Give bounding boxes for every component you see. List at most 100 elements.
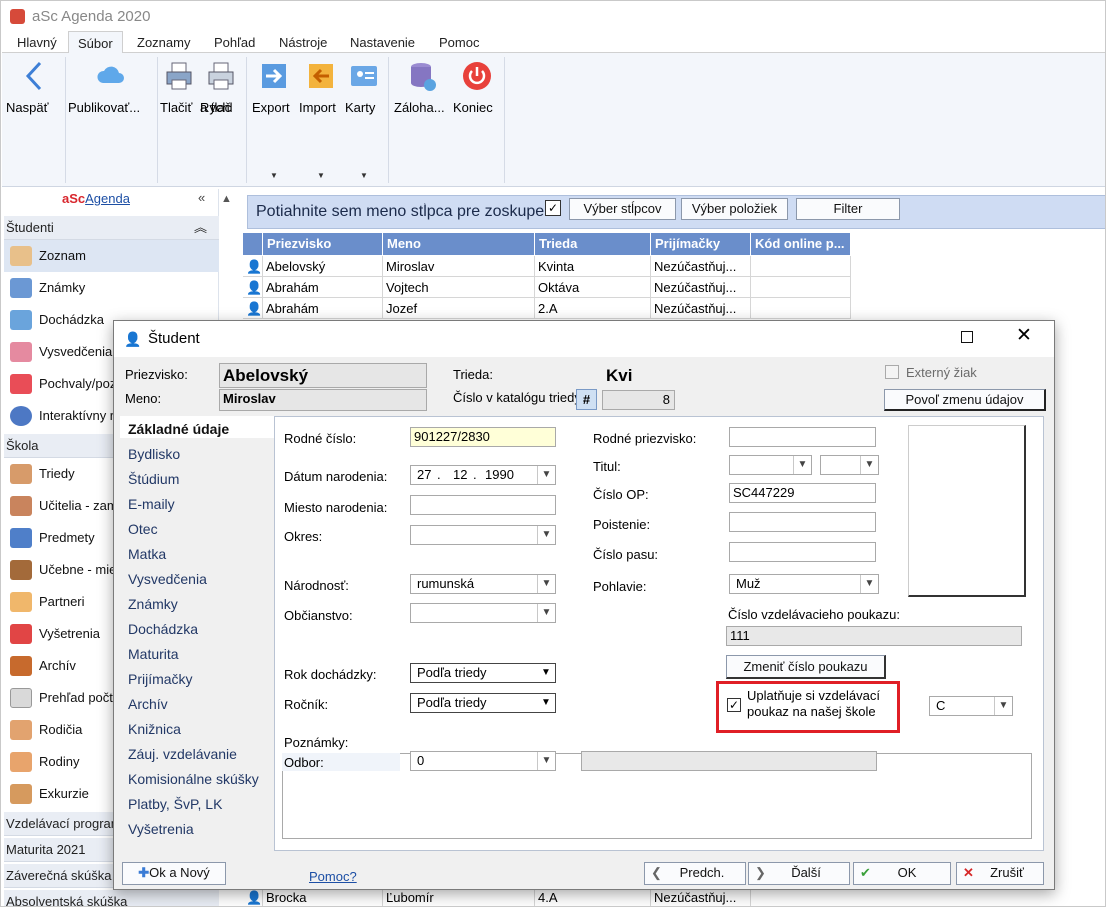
print-button[interactable]: Tlačiť: [160, 53, 198, 115]
external-checkbox[interactable]: [885, 365, 899, 379]
voucher-type-select[interactable]: C ▼: [929, 696, 1013, 716]
nav-admission[interactable]: Prijímačky: [128, 671, 193, 687]
export-dropdown-icon[interactable]: ▼: [270, 171, 278, 180]
brand-link[interactable]: aScAgenda: [62, 191, 130, 206]
chevron-down-icon[interactable]: ▼: [537, 575, 555, 593]
nav-reports[interactable]: Vysvedčenia: [128, 571, 207, 587]
change-voucher-button[interactable]: Zmeniť číslo poukazu: [726, 655, 886, 679]
nav-interest[interactable]: Záuj. vzdelávanie: [128, 746, 237, 762]
chevron-down-icon[interactable]: ▼: [537, 466, 555, 484]
grid-header-name[interactable]: Meno: [383, 233, 535, 255]
cards-dropdown-icon[interactable]: ▼: [360, 171, 368, 180]
nav-study[interactable]: Štúdium: [128, 471, 179, 487]
tab-file[interactable]: Súbor: [68, 31, 123, 54]
exit-button[interactable]: Koniec: [453, 53, 501, 115]
passport-field[interactable]: [729, 542, 876, 562]
tab-main[interactable]: Hlavný: [8, 31, 66, 54]
id-card-field[interactable]: SC447229: [729, 483, 876, 503]
district-select[interactable]: ▼: [410, 525, 556, 545]
insurance-field[interactable]: [729, 512, 876, 532]
nav-emails[interactable]: E-maily: [128, 496, 175, 512]
chevron-down-icon[interactable]: ▼: [537, 664, 555, 682]
tab-settings[interactable]: Nastavenie: [341, 31, 424, 54]
tab-help[interactable]: Pomoc: [430, 31, 488, 54]
sidebar-item-list[interactable]: Zoznam: [4, 240, 219, 272]
section-students[interactable]: Študenti ︽: [4, 216, 219, 240]
allow-change-button[interactable]: Povoľ zmenu údajov: [884, 389, 1046, 411]
column-chooser-icon[interactable]: ✓: [545, 200, 561, 216]
chevron-down-icon[interactable]: ▼: [793, 456, 811, 474]
chevron-down-icon[interactable]: ▼: [537, 526, 555, 544]
chevron-down-icon[interactable]: ▼: [537, 604, 555, 622]
grid-header-code[interactable]: Kód online p...: [751, 233, 851, 255]
citizenship-select[interactable]: ▼: [410, 603, 556, 623]
import-dropdown-icon[interactable]: ▼: [317, 171, 325, 180]
chevron-down-icon[interactable]: ▼: [994, 697, 1012, 715]
gender-select[interactable]: Muž ▼: [729, 574, 879, 594]
maximize-icon[interactable]: [961, 331, 973, 343]
grade-select[interactable]: Podľa triedy ▼: [410, 693, 556, 713]
close-icon[interactable]: ✕: [1016, 326, 1032, 346]
name-field[interactable]: Miroslav: [219, 389, 427, 411]
export-button[interactable]: Export: [252, 53, 296, 115]
section-graduate-exam[interactable]: Absolventská skúška: [4, 890, 219, 906]
cancel-button[interactable]: ✕ Zrušiť: [956, 862, 1044, 885]
items-button[interactable]: Výber položiek: [681, 198, 788, 220]
nav-archive[interactable]: Archív: [128, 696, 168, 712]
nav-basic[interactable]: Základné údaje: [128, 421, 229, 437]
tab-lists[interactable]: Zoznamy: [128, 31, 199, 54]
uses-voucher-checkbox[interactable]: ✓: [727, 698, 741, 712]
quick-print-button[interactable]: Rýchl a tlač: [200, 53, 242, 115]
dob-picker[interactable]: 27 . 12 . 1990 ▼: [410, 465, 556, 485]
ok-new-button[interactable]: ✚Ok a Nový: [122, 862, 226, 885]
birth-no-field[interactable]: 901227/2830: [410, 427, 556, 447]
grid-header-class[interactable]: Trieda: [535, 233, 651, 255]
prev-button[interactable]: ❮ Predch.: [644, 862, 746, 885]
collapse-icon[interactable]: «: [198, 190, 205, 205]
nav-mother[interactable]: Matka: [128, 546, 166, 562]
sidebar-scroll-up-icon[interactable]: ▲: [221, 193, 232, 205]
grid-header-admission[interactable]: Prijímačky: [651, 233, 751, 255]
filter-button[interactable]: Filter: [796, 198, 900, 220]
nav-commission-exams[interactable]: Komisionálne skúšky: [128, 771, 259, 787]
tab-tools[interactable]: Nástroje: [270, 31, 336, 54]
nav-address[interactable]: Bydlisko: [128, 446, 180, 462]
cards-button[interactable]: Karty: [345, 53, 383, 115]
publish-button[interactable]: Publikovať...: [68, 53, 154, 115]
nav-attendance[interactable]: Dochádzka: [128, 621, 198, 637]
title-prefix-select[interactable]: ▼: [729, 455, 812, 475]
next-button[interactable]: ❯ Ďalší: [748, 862, 850, 885]
maiden-name-field[interactable]: [729, 427, 876, 447]
attendance-year-select[interactable]: Podľa triedy ▼: [410, 663, 556, 683]
grid-header-surname[interactable]: Priezvisko: [263, 233, 383, 255]
branch-select[interactable]: 0 ▼: [410, 751, 556, 771]
ok-button[interactable]: ✔ OK: [853, 862, 951, 885]
columns-button[interactable]: Výber stĺpcov: [569, 198, 676, 220]
chevron-down-icon[interactable]: ▼: [860, 575, 878, 593]
help-link[interactable]: Pomoc?: [309, 869, 357, 884]
title-suffix-select[interactable]: ▼: [820, 455, 879, 475]
voucher-field[interactable]: 111: [726, 626, 1022, 646]
nationality-select[interactable]: rumunská ▼: [410, 574, 556, 594]
chevron-down-icon[interactable]: ▼: [860, 456, 878, 474]
nav-examinations[interactable]: Vyšetrenia: [128, 821, 194, 837]
photo-box[interactable]: [908, 425, 1026, 597]
chevron-down-icon[interactable]: ▼: [537, 694, 555, 712]
nav-father[interactable]: Otec: [128, 521, 158, 537]
nav-library[interactable]: Knižnica: [128, 721, 181, 737]
catalog-hash-button[interactable]: #: [576, 389, 597, 410]
sidebar-item-grades[interactable]: Známky: [4, 272, 219, 304]
nav-payments[interactable]: Platby, ŠvP, LK: [128, 796, 222, 812]
backup-button[interactable]: Záloha...: [394, 53, 450, 115]
birthplace-field[interactable]: [410, 495, 556, 515]
tab-view[interactable]: Pohľad: [205, 31, 264, 54]
import-button[interactable]: Import: [299, 53, 343, 115]
surname-field[interactable]: Abelovský: [219, 363, 427, 388]
nav-maturita[interactable]: Maturita: [128, 646, 179, 662]
branch-name-field[interactable]: [581, 751, 877, 771]
group-by-bar[interactable]: Potiahnite sem meno stĺpca pre zoskupeni…: [247, 195, 1105, 229]
nav-grades[interactable]: Známky: [128, 596, 178, 612]
back-button[interactable]: Naspäť: [6, 53, 62, 115]
catalog-field[interactable]: 8: [602, 390, 675, 410]
chevron-down-icon[interactable]: ▼: [537, 752, 555, 770]
